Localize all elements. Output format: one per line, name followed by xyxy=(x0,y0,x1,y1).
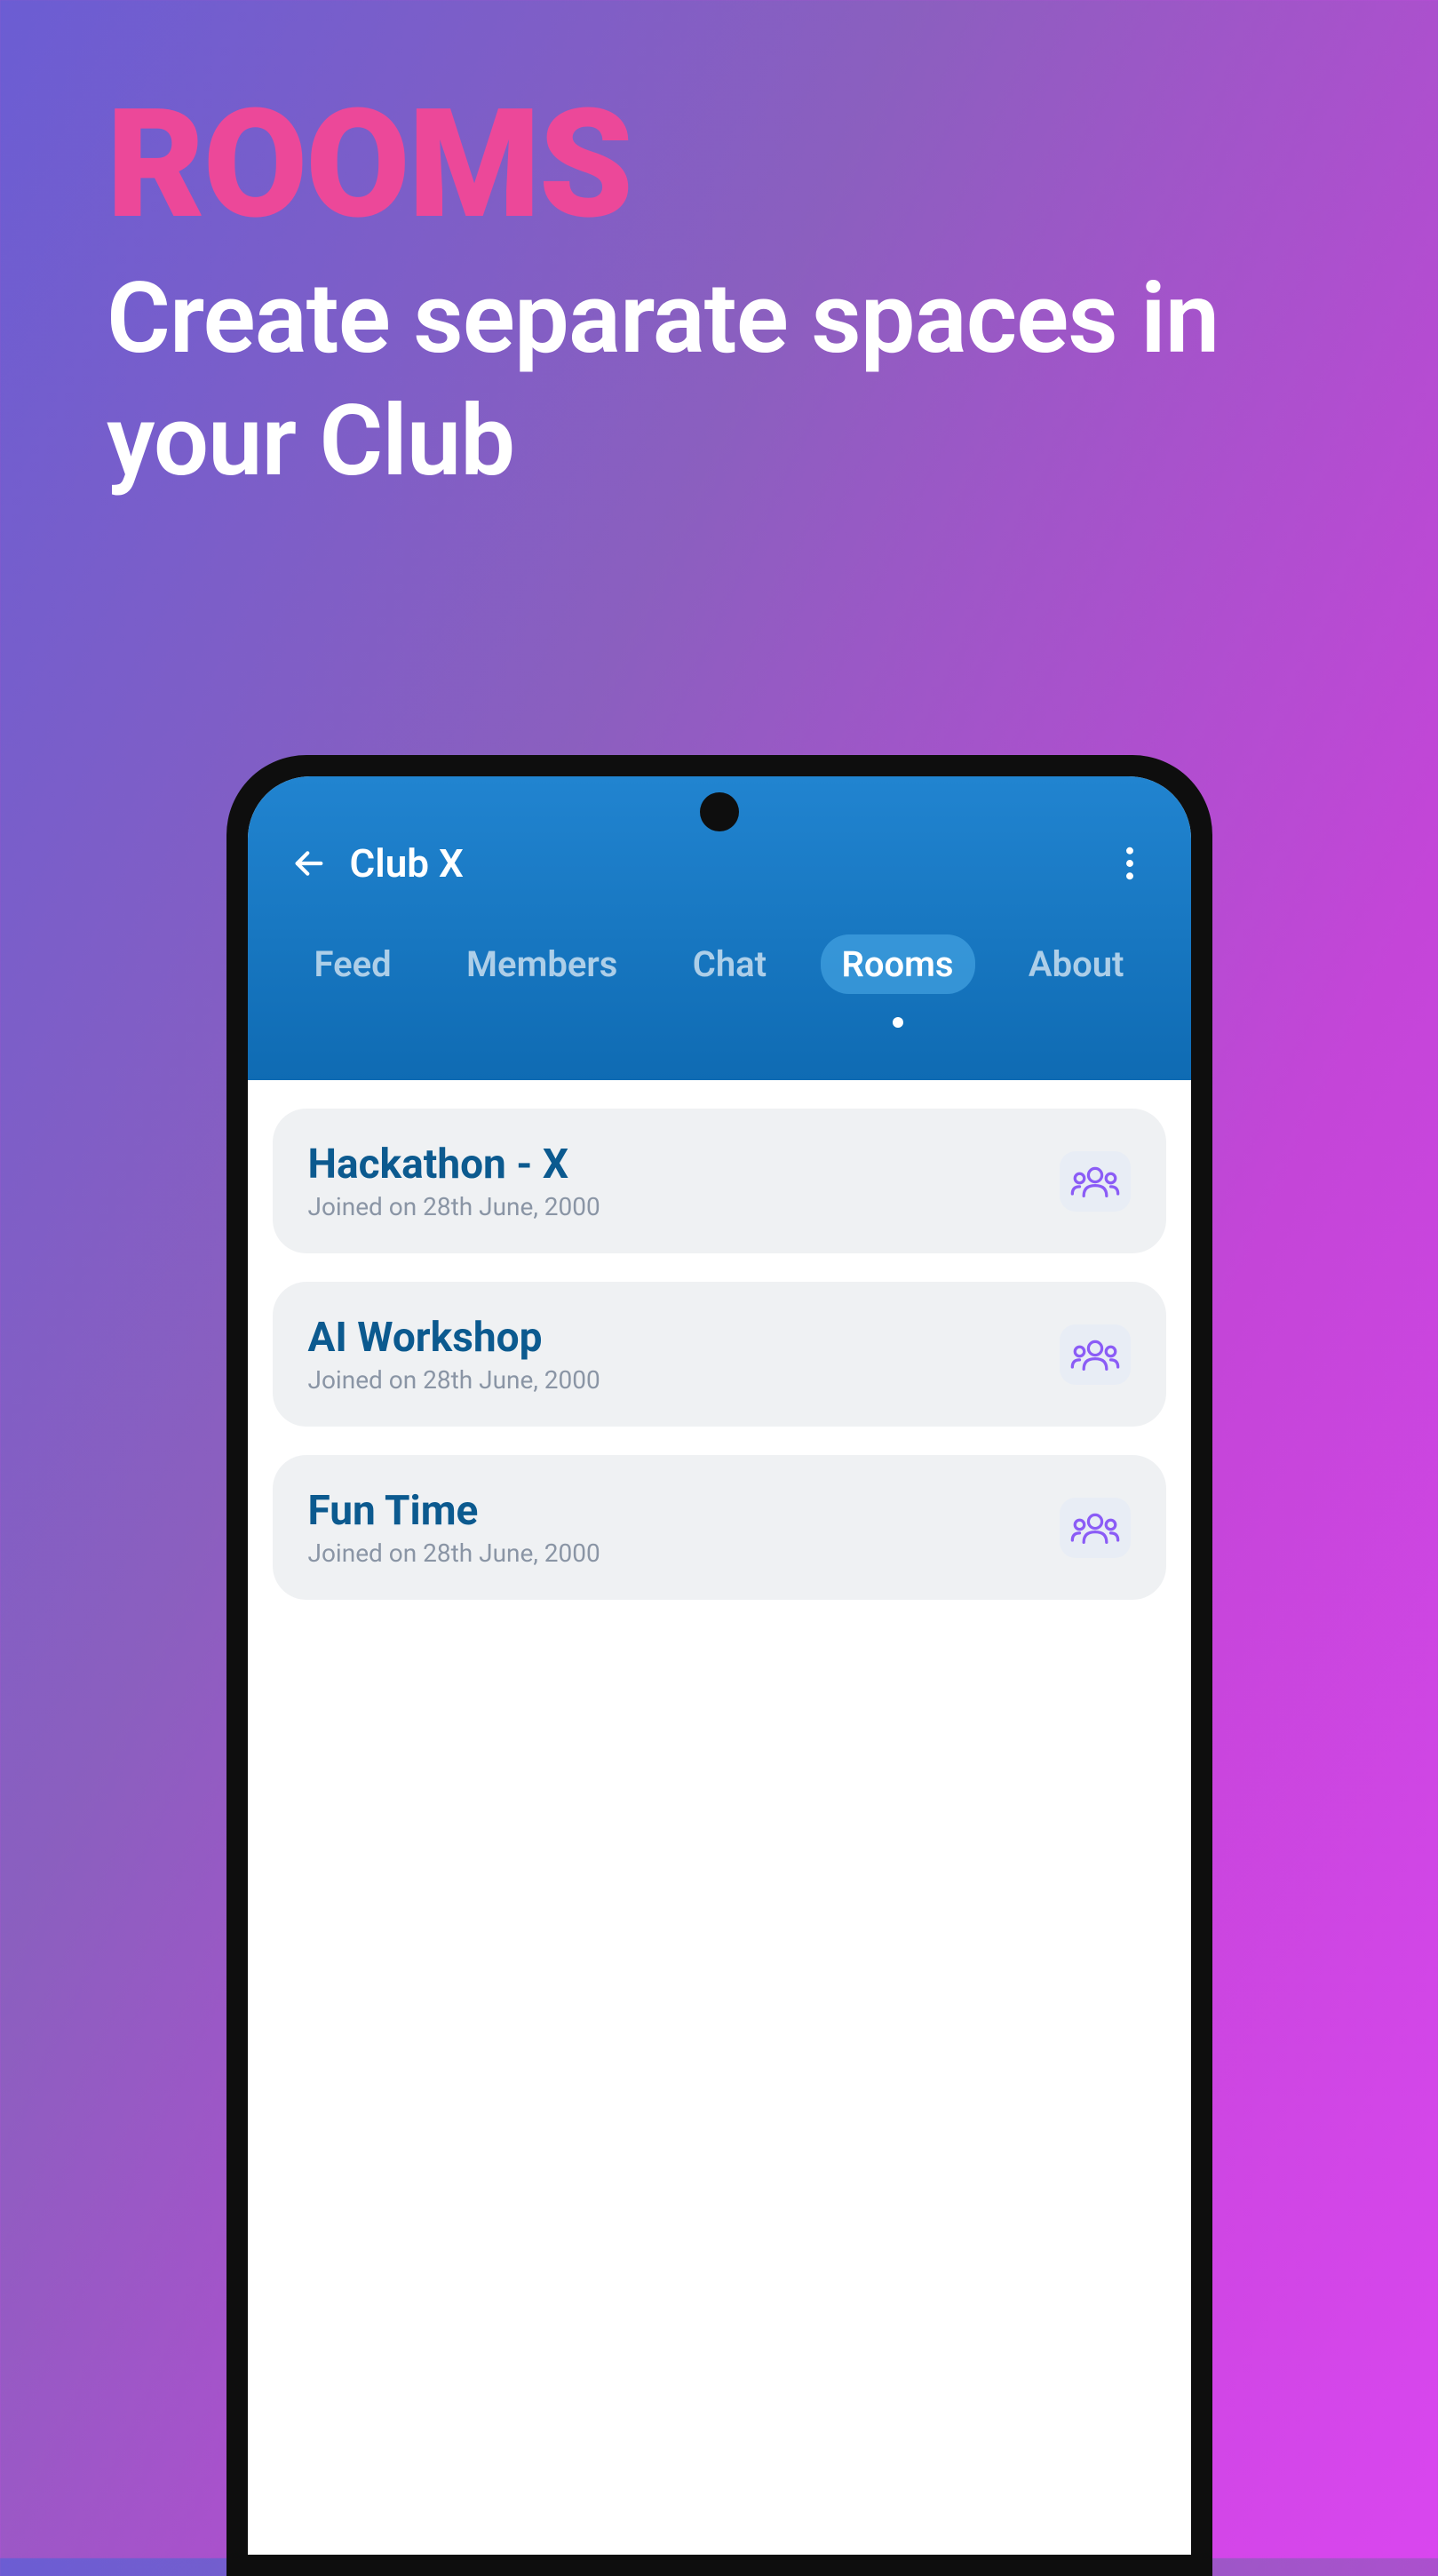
page-title: Club X xyxy=(350,840,464,886)
phone-mockup: Club X Feed Members Chat xyxy=(226,755,1212,2576)
tab-rooms-label: Rooms xyxy=(842,943,954,985)
room-info: AI Workshop Joined on 28th June, 2000 xyxy=(308,1314,600,1395)
phone-screen: Club X Feed Members Chat xyxy=(248,776,1191,2555)
arrow-left-icon xyxy=(291,846,327,881)
promo-subtitle: Create separate spaces in your Club xyxy=(107,258,1331,502)
room-card[interactable]: Hackathon - X Joined on 28th June, 2000 xyxy=(273,1109,1166,1253)
room-joined-date: Joined on 28th June, 2000 xyxy=(308,1538,600,1568)
tab-rooms[interactable]: Rooms xyxy=(821,934,975,994)
room-info: Fun Time Joined on 28th June, 2000 xyxy=(308,1487,600,1568)
more-options-button[interactable] xyxy=(1108,842,1151,885)
room-title: AI Workshop xyxy=(308,1314,600,1362)
room-joined-date: Joined on 28th June, 2000 xyxy=(308,1192,600,1221)
room-joined-date: Joined on 28th June, 2000 xyxy=(308,1365,600,1395)
users-group-icon xyxy=(1070,1164,1120,1199)
more-vertical-icon xyxy=(1125,847,1134,880)
tab-about[interactable]: About xyxy=(1007,934,1146,994)
promo-header: ROOMS Create separate spaces in your Clu… xyxy=(0,0,1438,502)
users-group-icon xyxy=(1070,1510,1120,1546)
room-card[interactable]: AI Workshop Joined on 28th June, 2000 xyxy=(273,1282,1166,1427)
rooms-list: Hackathon - X Joined on 28th June, 2000 xyxy=(248,1080,1191,1657)
users-group-icon xyxy=(1070,1337,1120,1372)
tab-members[interactable]: Members xyxy=(445,934,639,994)
room-title: Hackathon - X xyxy=(308,1141,600,1189)
tab-chat[interactable]: Chat xyxy=(671,934,788,994)
header-top-bar: Club X xyxy=(288,837,1151,890)
room-card[interactable]: Fun Time Joined on 28th June, 2000 xyxy=(273,1455,1166,1600)
members-badge[interactable] xyxy=(1060,1498,1131,1558)
tab-feed[interactable]: Feed xyxy=(293,934,413,994)
tab-indicator-dot xyxy=(893,1017,903,1028)
promo-title: ROOMS xyxy=(107,89,1331,240)
back-button[interactable] xyxy=(288,842,330,885)
header-left: Club X xyxy=(288,840,464,886)
members-badge[interactable] xyxy=(1060,1324,1131,1385)
members-badge[interactable] xyxy=(1060,1151,1131,1212)
room-title: Fun Time xyxy=(308,1487,600,1535)
phone-frame: Club X Feed Members Chat xyxy=(226,755,1212,2576)
camera-notch xyxy=(700,792,739,831)
room-info: Hackathon - X Joined on 28th June, 2000 xyxy=(308,1141,600,1221)
tabs-bar: Feed Members Chat Rooms About xyxy=(288,934,1151,994)
